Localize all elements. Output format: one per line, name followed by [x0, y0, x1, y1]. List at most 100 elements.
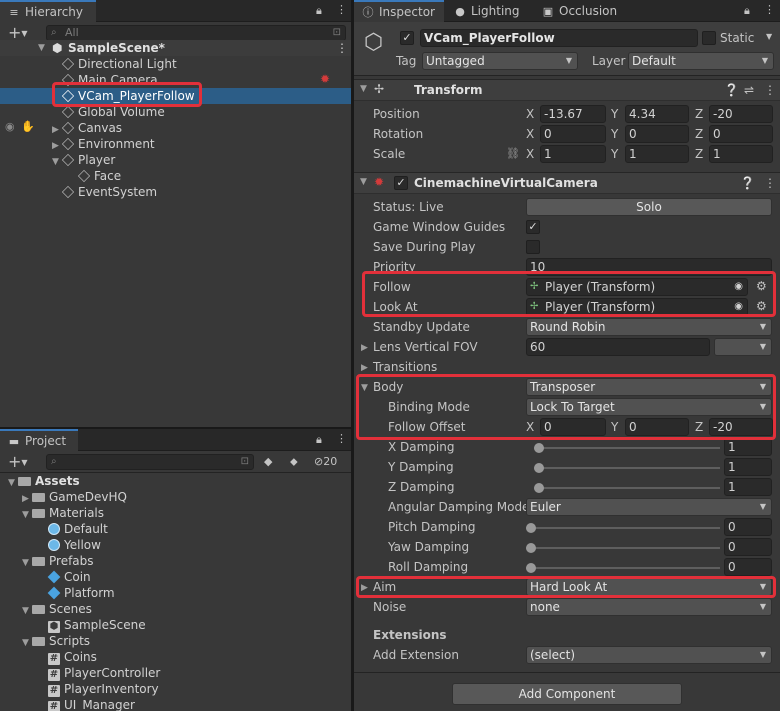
pitch-damping-track[interactable] — [526, 527, 720, 529]
object-name-field[interactable]: VCam_PlayerFollow — [420, 29, 698, 47]
help-icon[interactable]: ❔ — [740, 176, 755, 190]
y-damping-field[interactable]: 1 — [724, 458, 772, 476]
help-icon[interactable]: ❔ — [724, 83, 739, 97]
active-checkbox[interactable]: ✓ — [400, 31, 414, 45]
component-menu-icon[interactable]: ⋮ — [764, 176, 776, 190]
project-root[interactable]: ▼ Assets — [8, 473, 80, 489]
x-damping-field[interactable]: 1 — [724, 438, 772, 456]
tab-occlusion[interactable]: ▣ Occlusion — [534, 0, 625, 22]
roll-damping-field[interactable]: 0 — [724, 558, 772, 576]
expand-arrow-icon[interactable]: ▼ — [22, 603, 32, 619]
save-during-play-checkbox[interactable] — [526, 240, 540, 254]
x-damping-track[interactable] — [534, 447, 720, 449]
kebab-menu-icon[interactable]: ⋮ — [336, 3, 347, 16]
project-item[interactable]: # PlayerController — [48, 665, 160, 681]
constrain-link-icon[interactable]: ⛓ — [506, 147, 520, 160]
angular-damping-mode-dropdown[interactable]: Euler — [526, 498, 772, 516]
project-item[interactable]: Coin — [47, 569, 91, 585]
project-item[interactable]: Platform — [47, 585, 115, 601]
hierarchy-item[interactable]: Directional Light — [61, 56, 177, 72]
kebab-menu-icon[interactable]: ⋮ — [764, 3, 775, 16]
project-item[interactable]: ▼ Materials — [22, 505, 104, 521]
kebab-menu-icon[interactable]: ⋮ — [336, 432, 347, 445]
expand-arrow-icon[interactable]: ▼ — [360, 177, 367, 187]
expand-arrow-icon[interactable]: ▼ — [38, 40, 48, 56]
project-item[interactable]: Default — [48, 521, 108, 537]
tab-project[interactable]: ▬ Project — [0, 429, 78, 451]
lens-fov-field[interactable]: 60 — [526, 338, 710, 356]
expand-arrow-icon[interactable]: ▼ — [22, 507, 32, 523]
pitch-damping-knob[interactable] — [526, 523, 536, 533]
label-tag-icon[interactable]: ⬥ — [290, 455, 298, 469]
yaw-damping-field[interactable]: 0 — [724, 538, 772, 556]
component-menu-icon[interactable]: ⋮ — [764, 83, 776, 97]
lock-icon[interactable]: 🔒︎ — [316, 4, 322, 18]
search-filter-icon[interactable]: ⊡ — [333, 26, 341, 40]
scene-row[interactable]: ▼ ⬢ SampleScene* ⋮ — [0, 40, 351, 56]
vcam-enabled-checkbox[interactable]: ✓ — [394, 176, 408, 190]
z-damping-knob[interactable] — [534, 483, 544, 493]
x-damping-knob[interactable] — [534, 443, 544, 453]
add-dropdown-icon[interactable]: +▼ — [8, 452, 28, 471]
hierarchy-item[interactable]: ▶ Canvas — [52, 120, 122, 136]
project-item[interactable]: # UI_Manager — [48, 697, 135, 711]
add-component-button[interactable]: Add Component — [452, 683, 682, 705]
project-item[interactable]: # PlayerInventory — [48, 681, 159, 697]
collapsed-arrow-icon[interactable]: ▶ — [361, 363, 368, 373]
lens-preset-dropdown[interactable] — [714, 338, 772, 356]
project-item[interactable]: ⬢ SampleScene — [48, 617, 146, 633]
hierarchy-item[interactable]: ▼ Player — [52, 152, 115, 168]
expand-arrow-icon[interactable]: ▼ — [22, 555, 32, 571]
scale-x-field[interactable]: 1 — [540, 145, 606, 163]
hierarchy-item[interactable]: EventSystem — [61, 184, 157, 200]
position-x-field[interactable]: -13.67 — [540, 105, 606, 123]
yaw-damping-knob[interactable] — [526, 543, 536, 553]
project-item[interactable]: ▼ Scripts — [22, 633, 90, 649]
tab-lighting[interactable]: ● Lighting — [446, 0, 528, 22]
hierarchy-item[interactable]: ▶ Environment — [52, 136, 155, 152]
pickable-hand-icon[interactable]: ✋ — [21, 120, 35, 133]
y-damping-track[interactable] — [534, 467, 720, 469]
static-dropdown-icon[interactable]: ▼ — [766, 32, 772, 41]
tab-hierarchy[interactable]: ≡ Hierarchy — [0, 0, 96, 22]
tag-dropdown[interactable]: Untagged — [422, 52, 578, 70]
roll-damping-track[interactable] — [526, 567, 720, 569]
hidden-packages-icon[interactable]: ⊘20 — [314, 455, 337, 468]
hierarchy-item[interactable]: Face — [77, 168, 121, 184]
tab-inspector[interactable]: ⓘ Inspector — [354, 0, 444, 22]
project-item[interactable]: # Coins — [48, 649, 97, 665]
static-checkbox[interactable] — [702, 31, 716, 45]
project-item[interactable]: ▼ Prefabs — [22, 553, 94, 569]
filter-type-icon[interactable]: ◆ — [264, 455, 272, 468]
lock-icon[interactable]: 🔒︎ — [316, 433, 322, 447]
lock-icon[interactable]: 🔒︎ — [744, 4, 750, 18]
noise-dropdown[interactable]: none — [526, 598, 772, 616]
roll-damping-knob[interactable] — [526, 563, 536, 573]
scale-z-field[interactable]: 1 — [709, 145, 773, 163]
scale-y-field[interactable]: 1 — [625, 145, 689, 163]
standby-update-dropdown[interactable]: Round Robin — [526, 318, 772, 336]
add-extension-dropdown[interactable]: (select) — [526, 646, 772, 664]
project-item[interactable]: Yellow — [48, 537, 101, 553]
rotation-z-field[interactable]: 0 — [709, 125, 773, 143]
collapsed-arrow-icon[interactable]: ▶ — [361, 343, 368, 353]
vcam-header[interactable]: ▼ ✹ ✓ CinemachineVirtualCamera ❔ ⋮ — [354, 172, 780, 194]
project-search-input[interactable]: ⌕ ⊡ — [46, 454, 254, 470]
project-item[interactable]: ▶ GameDevHQ — [22, 489, 127, 505]
expand-arrow-icon[interactable]: ▼ — [8, 475, 18, 491]
layer-dropdown[interactable]: Default — [628, 52, 774, 70]
y-damping-knob[interactable] — [534, 463, 544, 473]
search-filter-icon[interactable]: ⊡ — [241, 455, 249, 469]
hierarchy-search-input[interactable]: ⌕ All ⊡ — [46, 25, 346, 41]
z-damping-track[interactable] — [534, 487, 720, 489]
expand-arrow-icon[interactable]: ▼ — [360, 84, 367, 94]
yaw-damping-track[interactable] — [526, 547, 720, 549]
visibility-eye-icon[interactable]: ◉ — [5, 120, 15, 133]
z-damping-field[interactable]: 1 — [724, 478, 772, 496]
rotation-y-field[interactable]: 0 — [625, 125, 689, 143]
position-z-field[interactable]: -20 — [709, 105, 773, 123]
transform-header[interactable]: ▼ ✢ Transform ❔ ⇌ ⋮ — [354, 79, 780, 101]
pitch-damping-field[interactable]: 0 — [724, 518, 772, 536]
expand-arrow-icon[interactable]: ▼ — [22, 635, 32, 651]
rotation-x-field[interactable]: 0 — [540, 125, 606, 143]
